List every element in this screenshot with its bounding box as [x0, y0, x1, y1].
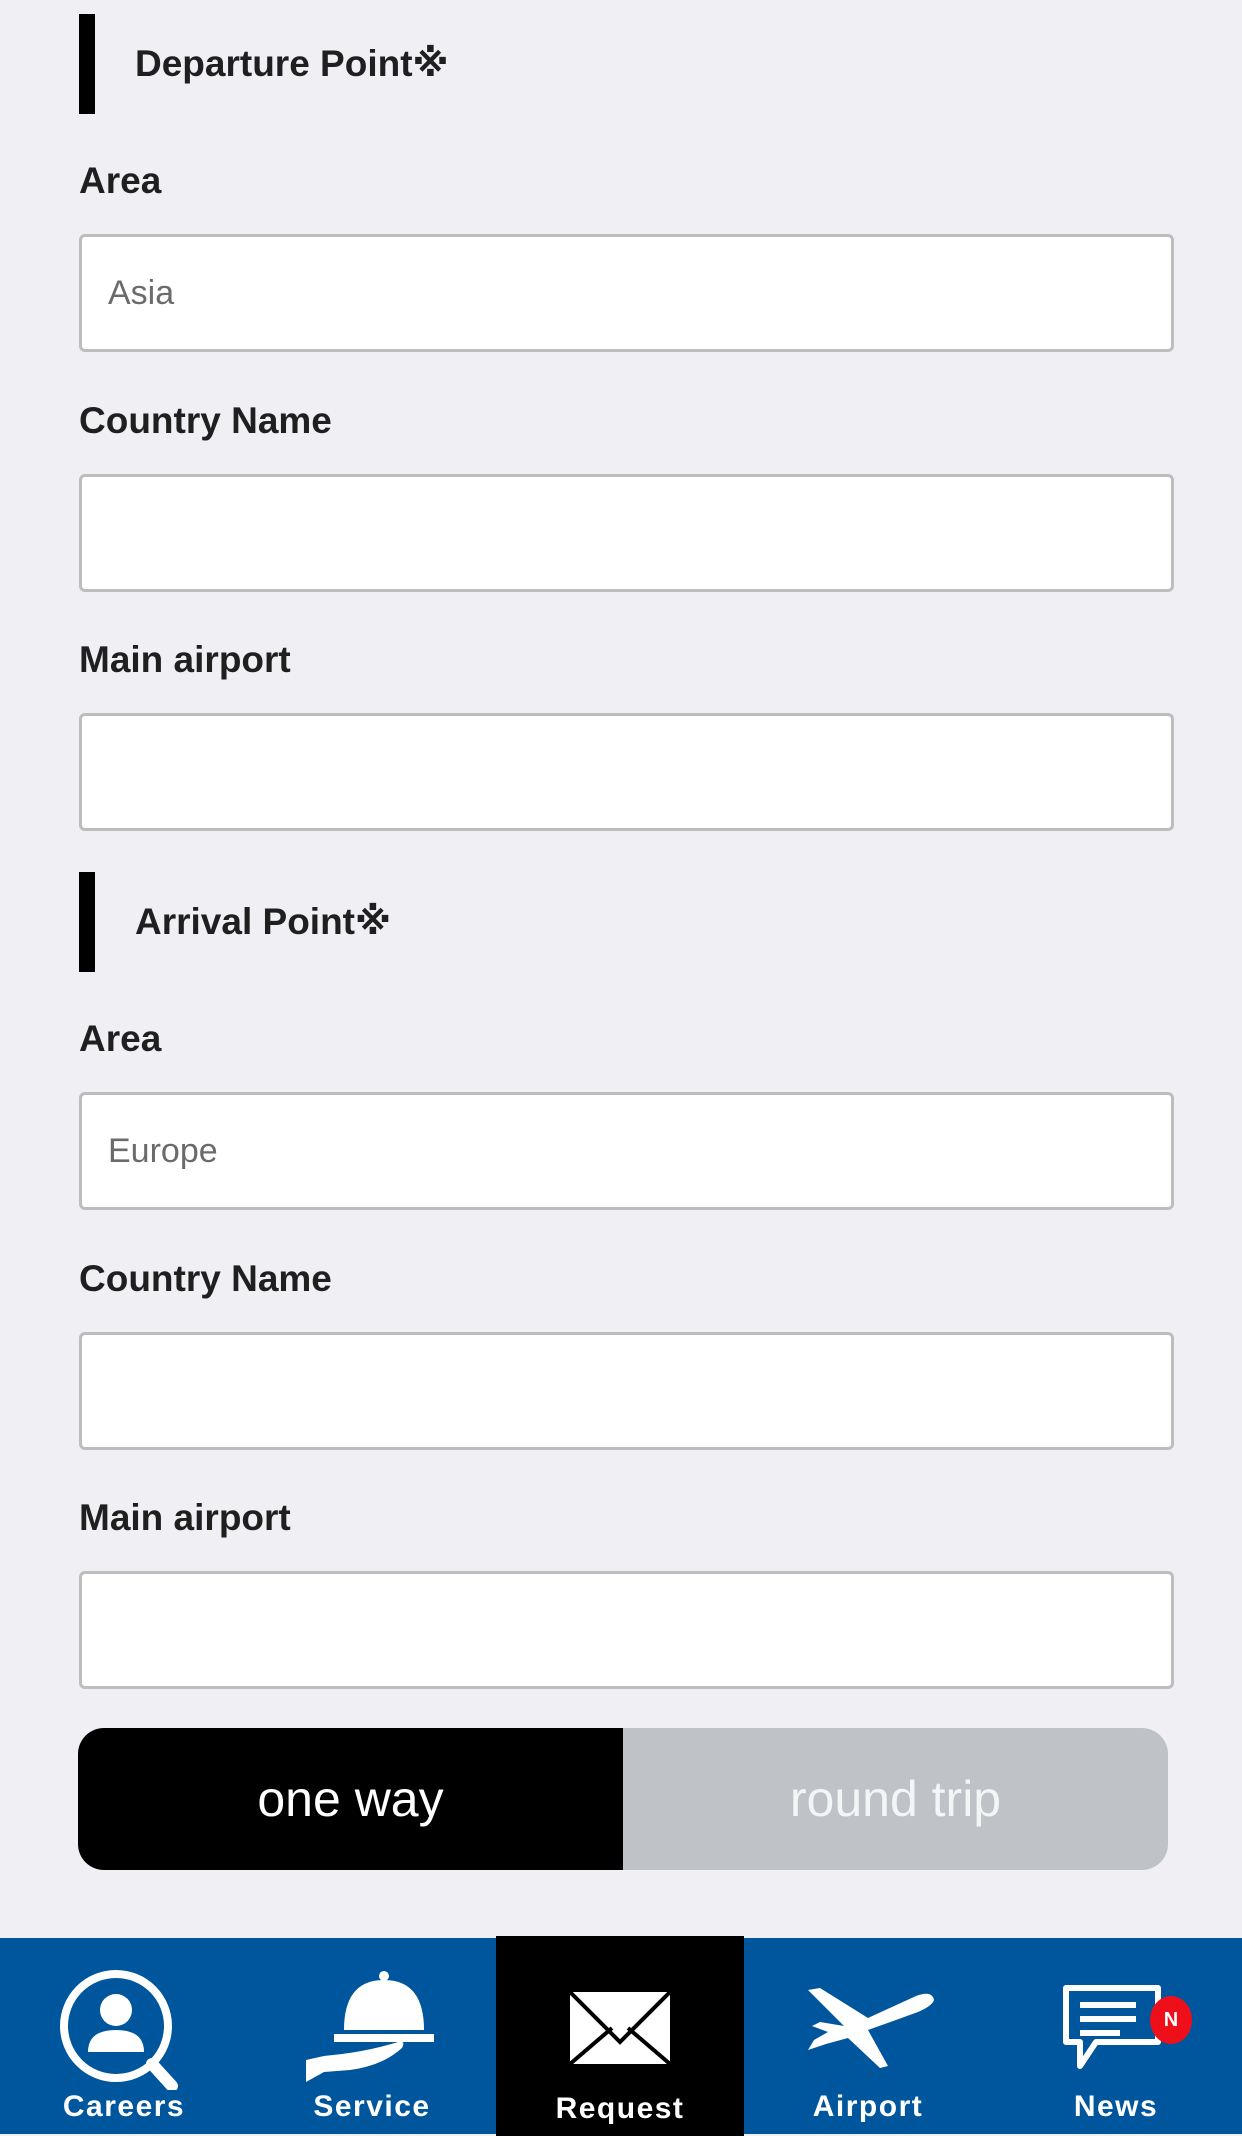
nav-item-news[interactable]: N News — [992, 1938, 1240, 2134]
airplane-icon — [808, 1988, 934, 2068]
arrival-title: Arrival Point※ — [135, 901, 391, 942]
nav-label: Careers — [62, 2090, 186, 2123]
nav-label: Airport — [812, 2090, 924, 2123]
careers-search-person-icon — [60, 1970, 178, 2090]
departure-section-header: Departure Point※ — [79, 14, 1179, 114]
departure-airport-label: Main airport — [79, 639, 291, 680]
trip-type-toggle: one way round trip — [78, 1728, 1168, 1870]
arrival-airport-label: Main airport — [79, 1497, 291, 1538]
departure-title: Departure Point※ — [135, 43, 449, 84]
arrival-area-label: Area — [79, 1018, 162, 1059]
round-trip-option[interactable]: round trip — [623, 1728, 1168, 1870]
nav-label: News — [1073, 2090, 1159, 2123]
envelope-icon — [568, 1990, 672, 2066]
departure-airport-input[interactable] — [79, 713, 1174, 831]
nav-label: Request — [555, 2092, 685, 2125]
nav-item-careers[interactable]: Careers — [0, 1938, 248, 2134]
departure-area-input[interactable] — [79, 234, 1174, 352]
departure-area-label: Area — [79, 160, 162, 201]
bottom-nav: Careers Service Request Airport N News — [0, 1936, 1242, 2136]
nav-item-request[interactable]: Request — [496, 1936, 744, 2136]
departure-country-input[interactable] — [79, 474, 1174, 592]
section-accent-bar — [79, 872, 95, 972]
departure-country-label: Country Name — [79, 400, 332, 441]
arrival-airport-input[interactable] — [79, 1571, 1174, 1689]
nav-label: Service — [313, 2090, 431, 2123]
section-accent-bar — [79, 14, 95, 114]
arrival-section-header: Arrival Point※ — [79, 872, 1179, 972]
arrival-country-input[interactable] — [79, 1332, 1174, 1450]
nav-item-service[interactable]: Service — [248, 1938, 496, 2134]
arrival-area-input[interactable] — [79, 1092, 1174, 1210]
service-cloche-icon — [306, 1971, 434, 2082]
arrival-country-label: Country Name — [79, 1258, 332, 1299]
nav-item-airport[interactable]: Airport — [744, 1938, 992, 2134]
one-way-option[interactable]: one way — [78, 1728, 623, 1870]
news-badge: N — [1150, 1996, 1192, 2044]
